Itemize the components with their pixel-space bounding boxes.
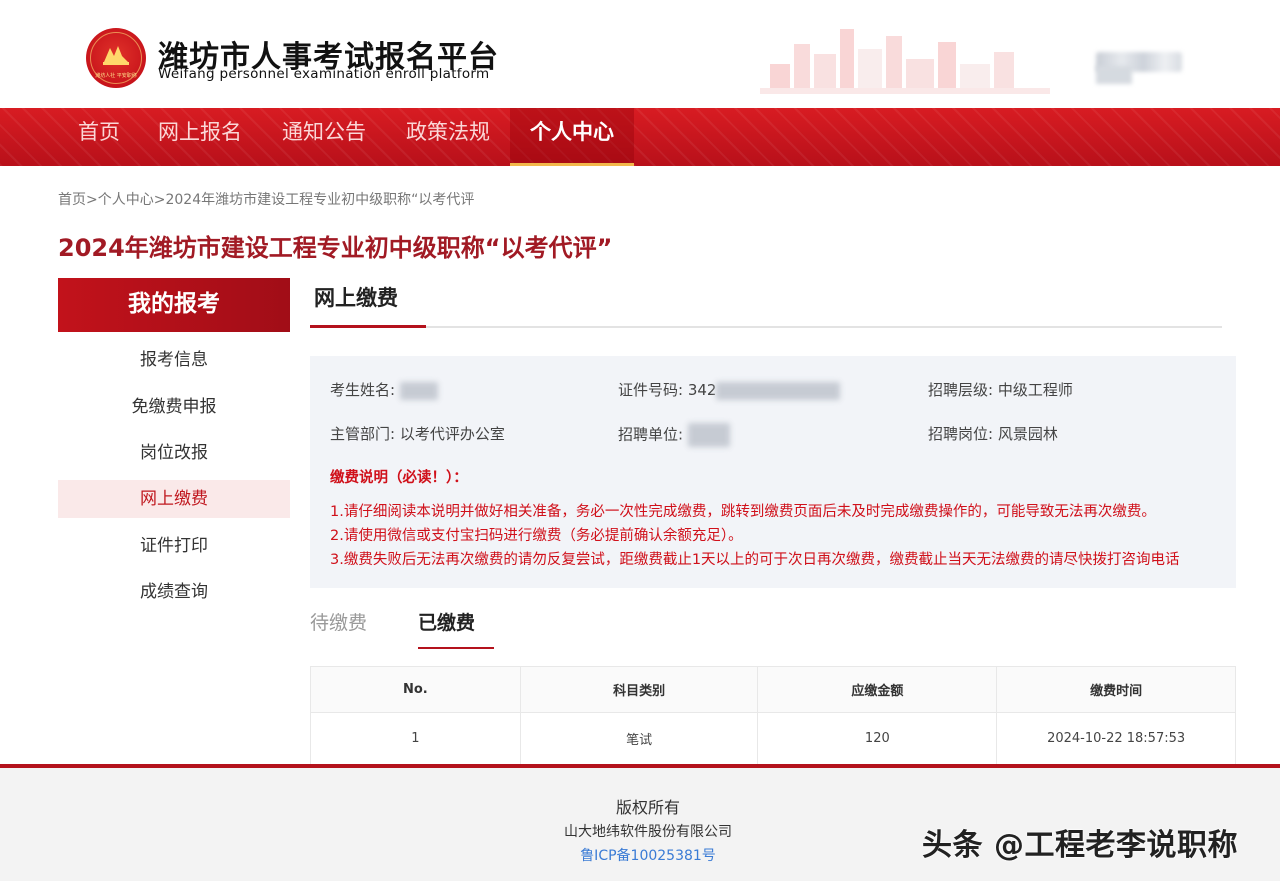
- site-logo-icon[interactable]: 潍坊人社 平安职称: [86, 28, 146, 88]
- id-field: 证件号码: 342: [618, 379, 841, 400]
- dept-label: 主管部门:: [330, 425, 396, 443]
- notice-line-3: 3.缴费失败后无法再次缴费的请勿反复尝试，距缴费截止1天以上的可于次日再次缴费，…: [330, 552, 1180, 568]
- sidebar-heading: 我的报考: [58, 278, 290, 332]
- nav-item-policies[interactable]: 政策法规: [406, 108, 490, 166]
- breadcrumb-personal[interactable]: 个人中心: [98, 192, 154, 208]
- sidebar-item-registration-info[interactable]: 报考信息: [58, 341, 290, 379]
- page-title: 2024年潍坊市建设工程专业初中级职称“以考代评”: [58, 234, 613, 262]
- site-subtitle: Weifang personnel examination enroll pla…: [158, 66, 490, 82]
- section-divider: [310, 326, 1222, 328]
- post-label: 招聘岗位:: [928, 425, 994, 443]
- nav-item-online-register[interactable]: 网上报名: [158, 108, 242, 166]
- level-field: 招聘层级: 中级工程师: [928, 379, 1073, 400]
- post-field: 招聘岗位: 风景园林: [928, 423, 1058, 444]
- unit-label: 招聘单位:: [618, 425, 684, 444]
- cell-subject: 笔试: [519, 712, 759, 765]
- column-header-subject: 科目类别: [519, 666, 759, 713]
- sidebar-item-post-change[interactable]: 岗位改报: [58, 434, 290, 472]
- notice-line-1: 1.请仔细阅读本说明并做好相关准备，务必一次性完成缴费，跳转到缴费页面后未及时完…: [330, 504, 1156, 520]
- id-label: 证件号码:: [618, 381, 684, 399]
- tab-pending-payment[interactable]: 待缴费: [310, 608, 367, 635]
- cell-amount: 120: [757, 712, 998, 765]
- watermark-text: 头条 @工程老李说职称: [922, 828, 1238, 863]
- name-label: 考生姓名:: [330, 381, 396, 399]
- sidebar-item-fee-exemption[interactable]: 免缴费申报: [58, 388, 290, 426]
- site-header: 潍坊人社 平安职称 潍坊市人事考试报名平台 Weifang personnel …: [0, 0, 1280, 108]
- cell-no: 1: [310, 712, 521, 765]
- notice-line-2: 2.请使用微信或支付宝扫码进行缴费（务必提前确认余额充足）。: [330, 528, 743, 544]
- id-value-prefix: 342: [687, 381, 717, 399]
- level-value: 中级工程师: [997, 381, 1073, 399]
- breadcrumb: 首页>个人中心>2024年潍坊市建设工程专业初中级职称“以考代评: [58, 189, 474, 209]
- unit-value-blurred: [687, 423, 730, 447]
- column-header-amount: 应缴金额: [757, 666, 998, 713]
- tab-paid[interactable]: 已缴费: [418, 608, 475, 635]
- column-header-time: 缴费时间: [996, 666, 1236, 713]
- id-value-blurred: [716, 381, 841, 400]
- name-value-blurred: [399, 381, 438, 400]
- footer-copyright: 版权所有: [615, 798, 680, 817]
- name-field: 考生姓名:: [330, 379, 438, 400]
- table-row: 1 笔试 120 2024-10-22 18:57:53: [310, 712, 1236, 765]
- dept-value: 以考代评办公室: [399, 425, 505, 443]
- main-nav: 首页 网上报名 通知公告 政策法规 个人中心: [0, 108, 1280, 166]
- column-header-no: No.: [310, 666, 521, 713]
- nav-item-notices[interactable]: 通知公告: [282, 108, 366, 166]
- nav-active-underline: [510, 163, 634, 166]
- table-header-row: No. 科目类别 应缴金额 缴费时间: [310, 666, 1236, 713]
- cell-time: 2024-10-22 18:57:53: [996, 712, 1236, 765]
- breadcrumb-separator: >: [86, 192, 98, 208]
- breadcrumb-separator: >: [153, 192, 166, 208]
- dept-field: 主管部门: 以考代评办公室: [330, 423, 505, 444]
- nav-item-personal-center[interactable]: 个人中心: [530, 108, 614, 166]
- logo-text: 潍坊人社 平安职称: [95, 73, 137, 79]
- level-label: 招聘层级:: [928, 381, 994, 399]
- user-avatar-blurred: [1096, 66, 1132, 84]
- breadcrumb-home[interactable]: 首页: [58, 192, 86, 208]
- sidebar-item-certificate-print[interactable]: 证件打印: [58, 527, 290, 565]
- post-value: 风景园林: [997, 425, 1058, 443]
- sidebar-item-score-query[interactable]: 成绩查询: [58, 573, 290, 611]
- unit-field: 招聘单位:: [618, 423, 730, 447]
- section-divider-accent: [310, 325, 426, 328]
- tab-active-underline: [418, 647, 494, 649]
- notice-title: 缴费说明（必读！）：: [330, 470, 468, 486]
- skyline-decoration-icon: [760, 29, 1050, 94]
- breadcrumb-current: 2024年潍坊市建设工程专业初中级职称“以考代评: [165, 192, 475, 208]
- payment-table: No. 科目类别 应缴金额 缴费时间 1 笔试 120 2024-10-22 1…: [310, 666, 1236, 765]
- section-title: 网上缴费: [314, 286, 398, 310]
- nav-item-home[interactable]: 首页: [78, 108, 120, 166]
- sidebar-item-online-payment[interactable]: 网上缴费: [58, 480, 290, 518]
